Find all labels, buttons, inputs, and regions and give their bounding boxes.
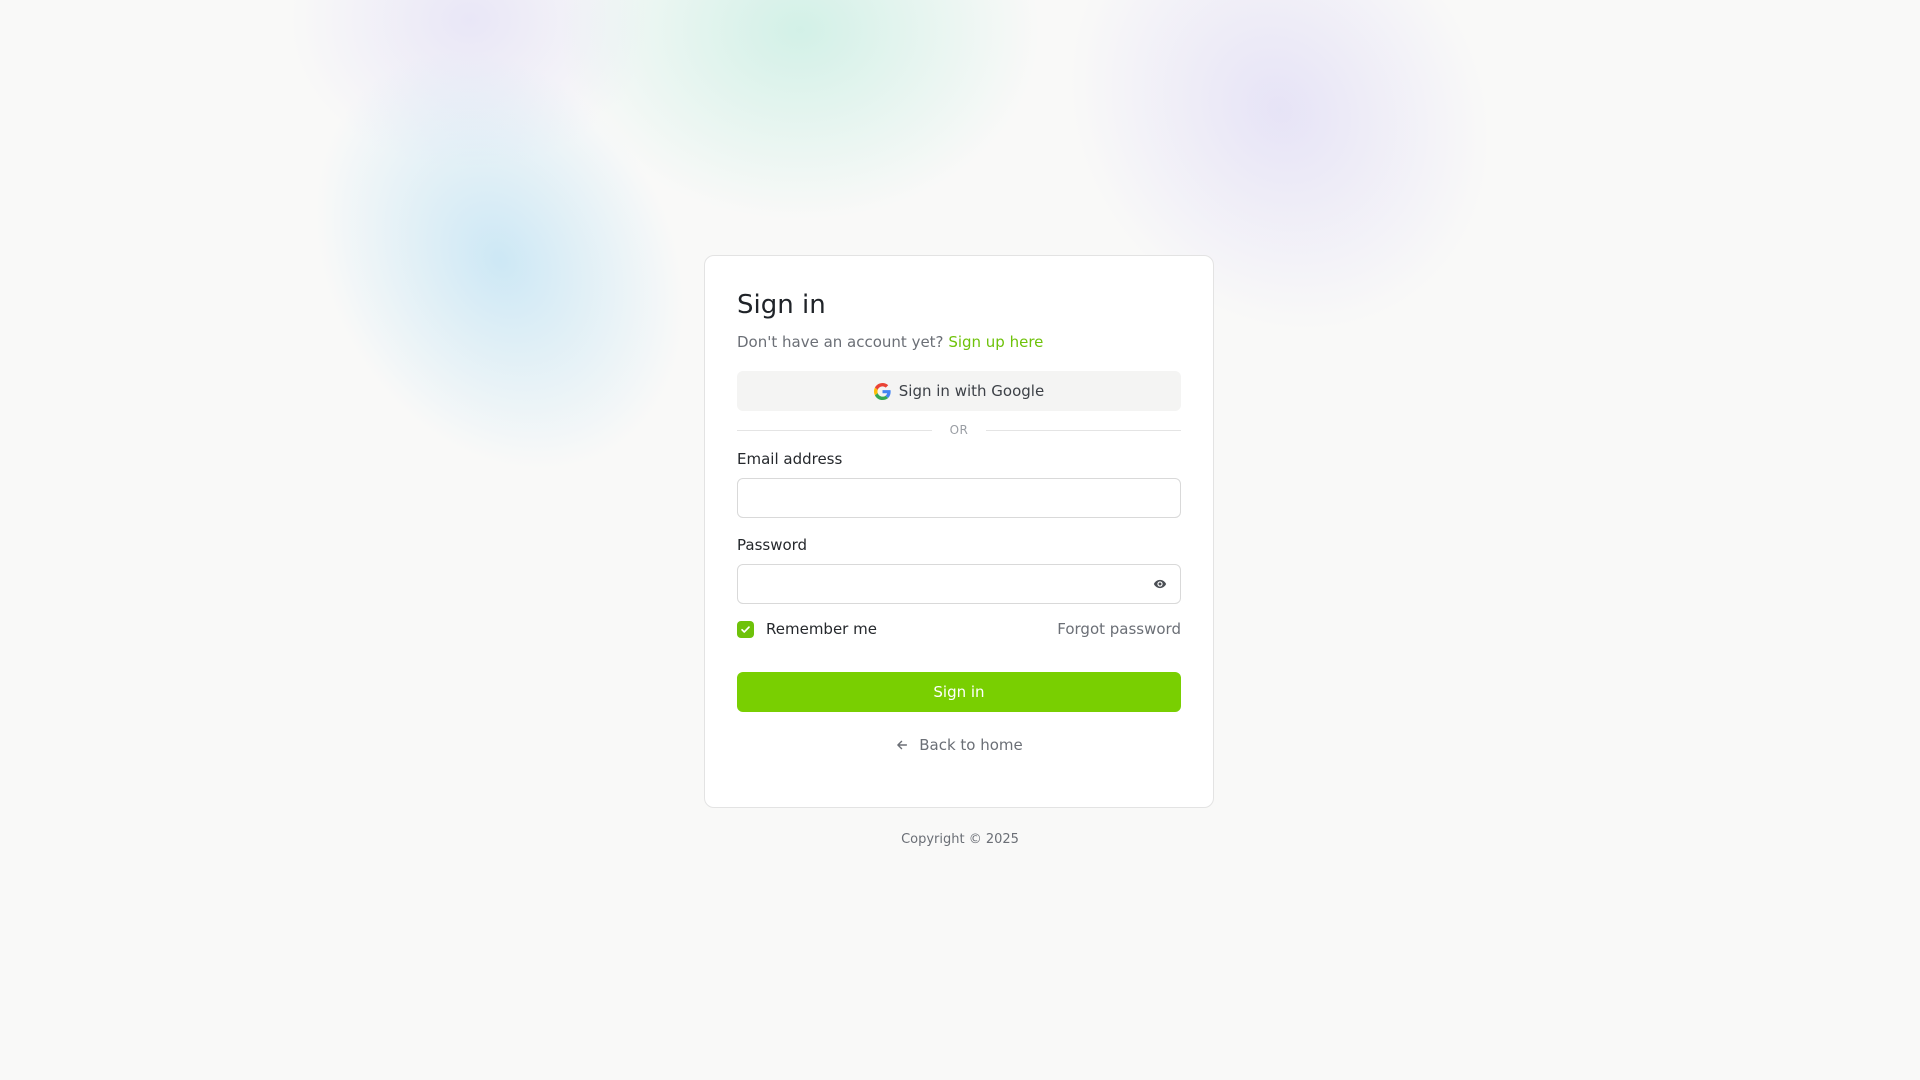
- email-input[interactable]: [737, 478, 1181, 519]
- page-title: Sign in: [737, 290, 826, 320]
- signin-button[interactable]: Sign in: [737, 672, 1181, 713]
- page: Sign in Don't have an account yet? Sign …: [0, 0, 1920, 1080]
- google-signin-label: Sign in with Google: [898, 382, 1045, 401]
- remember-me-label: Remember me: [766, 620, 877, 639]
- remember-me-checkbox[interactable]: [737, 620, 754, 638]
- google-icon: [873, 382, 891, 400]
- signup-prompt: Don't have an account yet? Sign up here: [737, 333, 1181, 351]
- divider-line: [737, 429, 932, 431]
- or-divider: OR: [737, 423, 1182, 438]
- password-label: Password: [737, 536, 808, 555]
- no-account-text: Don't have an account yet?: [737, 333, 944, 352]
- background-blob: [290, 0, 650, 170]
- eye-icon: [1153, 577, 1167, 591]
- arrow-left-icon: [895, 738, 909, 752]
- password-input[interactable]: [737, 564, 1181, 605]
- signup-link[interactable]: Sign up here: [948, 333, 1043, 351]
- form-options-row: Remember me Forgot password: [737, 620, 1181, 638]
- background-blob: [560, 0, 1040, 220]
- back-to-home-link[interactable]: Back to home: [737, 736, 1181, 754]
- toggle-password-visibility-button[interactable]: [1147, 571, 1173, 597]
- copyright-text: Copyright © 2025: [901, 832, 1019, 847]
- google-signin-button[interactable]: Sign in with Google: [737, 371, 1181, 412]
- check-icon: [741, 625, 750, 633]
- password-field-wrapper: [737, 564, 1181, 605]
- forgot-password-link[interactable]: Forgot password: [1057, 620, 1181, 638]
- email-label: Email address: [737, 450, 843, 469]
- back-to-home-label: Back to home: [919, 736, 1023, 755]
- email-field-wrapper: [737, 478, 1181, 519]
- signin-card: Sign in Don't have an account yet? Sign …: [704, 255, 1214, 808]
- divider-line: [986, 429, 1182, 431]
- divider-text: OR: [949, 423, 969, 438]
- remember-me[interactable]: Remember me: [737, 620, 877, 638]
- background-blob: [242, 0, 758, 536]
